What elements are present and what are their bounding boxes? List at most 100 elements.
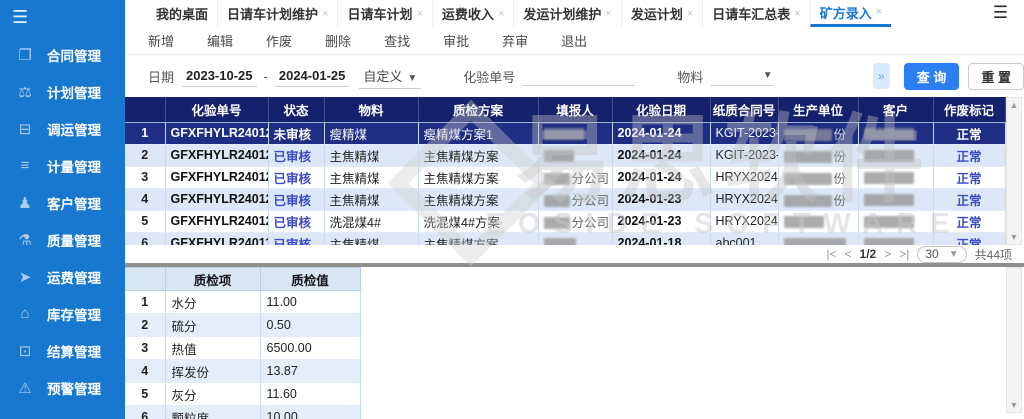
column-header[interactable]: 质检值: [260, 268, 360, 291]
tab-label: 矿方录入: [820, 3, 872, 22]
table-cell: HRYX20240: [710, 210, 778, 232]
table-cell: 份: [778, 144, 858, 166]
sidebar-item-settlement[interactable]: ⊡结算管理: [0, 332, 125, 369]
tab-bar: 我的桌面日请车计划维护×日请车计划×运费收入×发运计划维护×发运计划×日请车汇总…: [125, 0, 1024, 27]
last-page-button[interactable]: >|: [899, 247, 909, 261]
sidebar-item-planning[interactable]: ⚖计划管理: [0, 73, 125, 110]
table-cell: 3: [125, 337, 165, 360]
toolbar-button-3[interactable]: 删除: [325, 31, 368, 50]
toolbar: 新增编辑作废删除查找审批弃审退出: [125, 27, 1024, 55]
column-header[interactable]: 填报人: [538, 97, 612, 122]
censored-text: [544, 150, 574, 162]
assay-no-input[interactable]: [523, 66, 635, 86]
table-row[interactable]: 3GFXFHYLR240124已审核主焦精煤主焦精煤方案分公司2024-01-2…: [125, 166, 1005, 188]
total-count: 共44项: [975, 246, 1012, 263]
search-button[interactable]: 查 询: [904, 63, 960, 90]
table-cell: 正常: [933, 122, 1005, 144]
sidebar-item-freight[interactable]: ➤运费管理: [0, 258, 125, 295]
table-cell: [538, 144, 612, 166]
toolbar-button-0[interactable]: 新增: [148, 31, 191, 50]
date-from-input[interactable]: 2023-10-25: [182, 66, 257, 87]
toolbar-button-7[interactable]: 退出: [561, 31, 604, 50]
close-icon[interactable]: ×: [876, 6, 882, 18]
close-icon[interactable]: ×: [687, 8, 693, 20]
column-header[interactable]: 物料: [324, 97, 418, 122]
column-header[interactable]: 作废标记: [933, 97, 1005, 122]
table-row[interactable]: 1GFXFHYLR240124未审核瘦精煤瘦精煤方案12024-01-24KGI…: [125, 122, 1005, 144]
sidebar-item-quality[interactable]: ⚗质量管理: [0, 221, 125, 258]
tab-0[interactable]: 我的桌面: [147, 0, 217, 27]
tab-5[interactable]: 发运计划×: [621, 0, 702, 27]
first-page-button[interactable]: |<: [826, 247, 836, 261]
tab-7[interactable]: 矿方录入 ×: [810, 0, 891, 27]
date-mode-select[interactable]: 自定义▼: [359, 64, 421, 89]
table-row[interactable]: 5GFXFHYLR240123已审核洗混煤4#洗混煤4#方案分公司2024-01…: [125, 210, 1005, 232]
close-icon[interactable]: ×: [322, 8, 328, 20]
table-scrollbar[interactable]: ▲ ▼: [1006, 97, 1022, 245]
tab-1[interactable]: 日请车计划维护×: [217, 0, 337, 27]
column-header[interactable]: 化验单号: [165, 97, 268, 122]
sidebar-item-measurement[interactable]: ≡计量管理: [0, 147, 125, 184]
close-icon[interactable]: ×: [416, 8, 422, 20]
close-icon[interactable]: ×: [498, 8, 504, 20]
toolbar-button-4[interactable]: 查找: [384, 31, 427, 50]
table-row[interactable]: 1水分11.00: [125, 291, 1005, 314]
table-row[interactable]: 6颗粒度10.00: [125, 406, 1005, 419]
chevron-down-icon: ▼: [763, 70, 773, 81]
sidebar-item-warning[interactable]: ⚠预警管理: [0, 369, 125, 406]
scroll-up-icon[interactable]: ▲: [1007, 100, 1021, 110]
sidebar-item-contract[interactable]: ❐合同管理: [0, 36, 125, 73]
sidebar-item-inventory[interactable]: ⌂库存管理: [0, 295, 125, 332]
next-page-button[interactable]: >: [884, 247, 891, 261]
material-select[interactable]: ▼: [711, 66, 772, 86]
tab-6[interactable]: 日请车汇总表 ×: [702, 0, 809, 27]
close-icon[interactable]: ×: [605, 8, 611, 20]
tab-3[interactable]: 运费收入×: [432, 0, 513, 27]
column-header[interactable]: 质检方案: [418, 97, 538, 122]
table-cell: [858, 188, 933, 210]
sidebar-collapse-icon[interactable]: ☰: [0, 0, 125, 32]
close-icon[interactable]: ×: [794, 8, 800, 20]
toolbar-button-6[interactable]: 弃审: [502, 31, 545, 50]
table-cell: 主焦精煤: [324, 166, 418, 188]
date-to-input[interactable]: 2024-01-25: [275, 66, 350, 87]
sidebar-item-general[interactable]: ▦综合管理: [0, 406, 125, 419]
table-row[interactable]: 6GFXFHYLR240119已审核主焦精煤主焦精煤方案2024-01-18ab…: [125, 232, 1005, 245]
toolbar-button-5[interactable]: 审批: [443, 31, 486, 50]
assay-no-label: 化验单号: [463, 67, 515, 86]
column-header[interactable]: [125, 268, 165, 291]
detail-scrollbar[interactable]: ▼: [1006, 267, 1022, 413]
page-size-select[interactable]: 30 ▼: [917, 246, 966, 263]
sidebar-item-customer[interactable]: ♟客户管理: [0, 184, 125, 221]
column-header[interactable]: 客户: [858, 97, 933, 122]
scroll-down-icon[interactable]: ▼: [1007, 232, 1021, 242]
tab-label: 日请车汇总表: [712, 4, 790, 23]
prev-page-button[interactable]: <: [845, 247, 852, 261]
table-row[interactable]: 3热值6500.00: [125, 337, 1005, 360]
sidebar-item-dispatch[interactable]: ⊟调运管理: [0, 110, 125, 147]
table-row[interactable]: 2硫分0.50: [125, 314, 1005, 337]
table-cell: 主焦精煤方案: [418, 144, 538, 166]
column-header[interactable]: 状态: [268, 97, 324, 122]
sidebar-item-label: 库存管理: [47, 304, 101, 324]
toolbar-button-1[interactable]: 编辑: [207, 31, 250, 50]
column-header[interactable]: 纸质合同号: [710, 97, 778, 122]
scroll-down-icon[interactable]: ▼: [1007, 400, 1021, 410]
table-row[interactable]: 2GFXFHYLR240124已审核主焦精煤主焦精煤方案2024-01-24KG…: [125, 144, 1005, 166]
table-cell: [858, 166, 933, 188]
column-header[interactable]: 化验日期: [612, 97, 710, 122]
tab-2[interactable]: 日请车计划×: [337, 0, 431, 27]
table-cell: 已审核: [268, 232, 324, 245]
table-row[interactable]: 5灰分11.60: [125, 383, 1005, 406]
table-row[interactable]: 4挥发份13.87: [125, 360, 1005, 383]
cell-filler: [360, 383, 1005, 406]
column-header[interactable]: 质检项: [165, 268, 260, 291]
tab-overflow-menu-icon[interactable]: ☰: [993, 3, 1008, 23]
table-row[interactable]: 4GFXFHYLR240123已审核主焦精煤主焦精煤方案分公司2024-01-2…: [125, 188, 1005, 210]
toolbar-button-2[interactable]: 作废: [266, 31, 309, 50]
expand-filters-button[interactable]: »: [873, 63, 890, 89]
column-header[interactable]: [125, 97, 165, 122]
tab-4[interactable]: 发运计划维护×: [513, 0, 620, 27]
reset-button[interactable]: 重 置: [968, 63, 1024, 90]
column-header[interactable]: 生产单位: [778, 97, 858, 122]
